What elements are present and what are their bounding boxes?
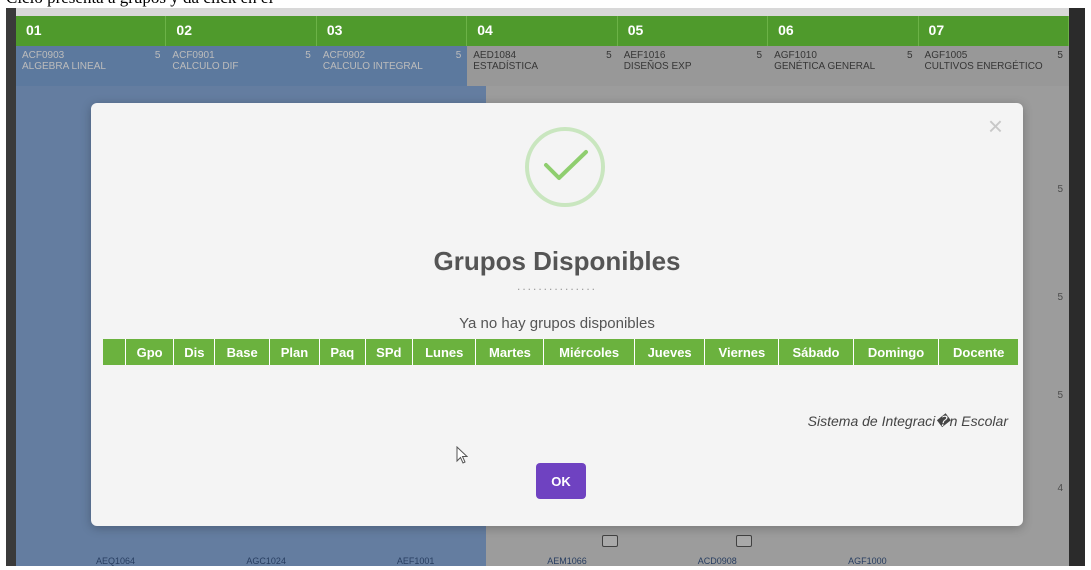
- column-header-martes[interactable]: Martes: [475, 339, 545, 365]
- semester-header: 07: [919, 16, 1069, 46]
- semester-header: 06: [768, 16, 919, 46]
- column-header-blank: [103, 339, 126, 365]
- caption-strip: Ciclo presenta a grupos y da click en el: [0, 0, 1091, 8]
- caption-text: Ciclo presenta a grupos y da click en el: [6, 0, 273, 8]
- column-header-viernes[interactable]: Viernes: [704, 339, 780, 365]
- column-header-spd[interactable]: SPd: [365, 339, 414, 365]
- monitor-bezel-right: [1069, 8, 1085, 566]
- column-header-gpo[interactable]: Gpo: [125, 339, 175, 365]
- semester-header: 01: [16, 16, 167, 46]
- system-footer-note: Sistema de Integraci�n Escolar: [807, 413, 1008, 429]
- column-header-jueves[interactable]: Jueves: [634, 339, 706, 365]
- semester-header: 05: [618, 16, 769, 46]
- groups-available-dialog: × Grupos Disponibles ............... Ya …: [91, 103, 1023, 526]
- column-header-dis[interactable]: Dis: [173, 339, 216, 365]
- check-icon: [544, 150, 588, 180]
- success-ring: [525, 127, 605, 207]
- column-header-domingo[interactable]: Domingo: [853, 339, 940, 365]
- column-header-docente[interactable]: Docente: [939, 339, 1018, 365]
- semester-header: 03: [317, 16, 468, 46]
- close-icon[interactable]: ×: [988, 113, 1003, 139]
- mouse-cursor-icon: [456, 446, 468, 464]
- column-header-base[interactable]: Base: [214, 339, 270, 365]
- dialog-title: Grupos Disponibles: [433, 246, 681, 276]
- groups-table: Gpo Dis Base Plan Paq SPd Lunes Martes M…: [103, 339, 1018, 365]
- monitor-bezel-left: [6, 8, 16, 566]
- column-header-plan[interactable]: Plan: [269, 339, 321, 365]
- dialog-message: Ya no hay grupos disponibles: [459, 315, 655, 332]
- monitor-screen: 01 02 03 04 05 06 07 ACF0903 ALGEBRA LIN…: [6, 8, 1085, 566]
- groups-table-header: Gpo Dis Base Plan Paq SPd Lunes Martes M…: [103, 339, 1018, 365]
- column-header-sabado[interactable]: Sábado: [778, 339, 854, 365]
- dialog-divider: ...............: [516, 279, 597, 293]
- column-header-paq[interactable]: Paq: [319, 339, 366, 365]
- ok-button[interactable]: OK: [536, 463, 586, 499]
- column-header-lunes[interactable]: Lunes: [412, 339, 477, 365]
- semester-header-row: 01 02 03 04 05 06 07: [16, 16, 1069, 46]
- column-header-miercoles[interactable]: Miércoles: [543, 339, 635, 365]
- semester-header: 04: [467, 16, 618, 46]
- semester-header: 02: [166, 16, 317, 46]
